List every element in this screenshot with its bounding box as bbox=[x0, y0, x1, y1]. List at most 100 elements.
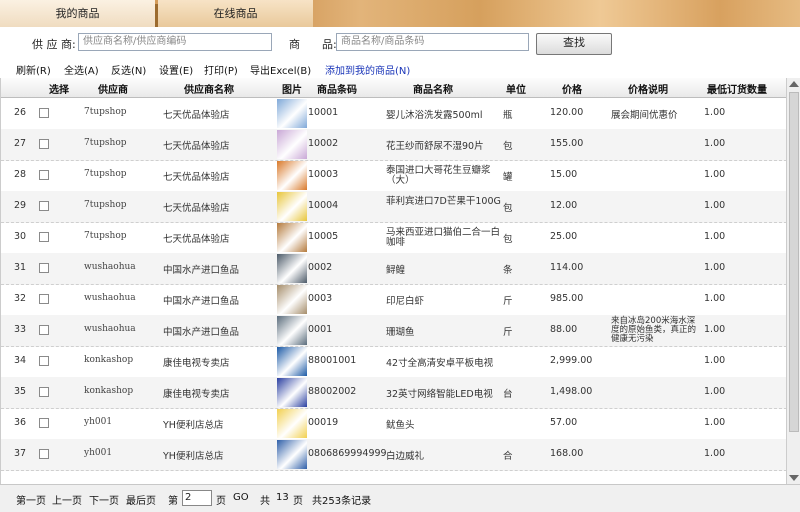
settings-button[interactable]: 设置(E) bbox=[159, 62, 193, 77]
product-thumbnail bbox=[277, 347, 307, 376]
min-qty: 1.00 bbox=[704, 138, 726, 149]
next-page-button[interactable]: 下一页 bbox=[89, 492, 119, 507]
table-row[interactable]: 30 7tupshop 七天优品体验店 10005 马来西亚进口猫伯二合一白咖啡包 25.… bbox=[1, 222, 787, 254]
price: 12.00 bbox=[550, 200, 578, 211]
table-row[interactable]: 35 konkashop 康佳电视专卖店 88002002 32英寸网络智能LED电视台… bbox=[1, 377, 787, 409]
row-checkbox[interactable] bbox=[39, 139, 49, 149]
row-checkbox[interactable] bbox=[39, 263, 49, 273]
prev-page-button[interactable]: 上一页 bbox=[52, 492, 82, 507]
product-thumbnail bbox=[277, 440, 307, 469]
add-to-my-products-link[interactable]: 添加到我的商品(N) bbox=[325, 62, 410, 77]
table-row[interactable]: 27 7tupshop 七天优品体验店 10002 花王纱而舒尿不湿90片 包 155.00… bbox=[1, 129, 787, 161]
product-thumbnail bbox=[277, 130, 307, 159]
select-all-button[interactable]: 全选(A) bbox=[64, 62, 99, 77]
price: 120.00 bbox=[550, 107, 584, 118]
table-row[interactable]: 34 konkashop 康佳电视专卖店 88001001 42寸全高清安卓平板电视 2,… bbox=[1, 346, 787, 378]
product-name: 泰国进口大哥花生豆瓣浆（大） bbox=[386, 165, 491, 186]
col-image[interactable]: 图片 bbox=[282, 81, 302, 96]
barcode: 10003 bbox=[308, 169, 339, 180]
page-suffix: 页 bbox=[216, 496, 226, 507]
supplier-name: 七天优品体验店 bbox=[163, 234, 230, 245]
col-select[interactable]: 选择 bbox=[49, 81, 69, 96]
supplier-search-input[interactable]: 供应商名称/供应商编码 bbox=[78, 33, 272, 51]
col-min-qty[interactable]: 最低订货数量 bbox=[707, 81, 767, 96]
export-excel-button[interactable]: 导出Excel(B) bbox=[250, 62, 311, 77]
col-unit[interactable]: 单位 bbox=[506, 81, 526, 96]
price-note: 展会期间优惠价 bbox=[611, 110, 678, 121]
grid-header: 选择 供应商 供应商名称 图片 商品条码 商品名称 单位 价格 价格说明 最低订… bbox=[1, 78, 787, 98]
table-row[interactable]: 28 7tupshop 七天优品体验店 10003 泰国进口大哥花生豆瓣浆（大） 罐 15.… bbox=[1, 160, 787, 192]
table-row[interactable]: 31 wushaohua 中国水产进口鱼品 0002 鲟鳇 条 114.00 1.00 bbox=[1, 253, 787, 285]
product-thumbnail bbox=[277, 254, 307, 283]
product-thumbnail bbox=[277, 378, 307, 407]
row-checkbox[interactable] bbox=[39, 449, 49, 459]
row-checkbox[interactable] bbox=[39, 294, 49, 304]
row-checkbox[interactable] bbox=[39, 325, 49, 335]
page-number-input[interactable]: 2 bbox=[182, 490, 212, 506]
search-button[interactable]: 查找 bbox=[536, 33, 612, 55]
tab-online-products[interactable]: 在线商品 bbox=[158, 0, 313, 27]
row-checkbox[interactable] bbox=[39, 232, 49, 242]
unit: 斤 bbox=[503, 296, 513, 307]
col-supplier-name[interactable]: 供应商名称 bbox=[184, 81, 234, 96]
product-search-input[interactable]: 商品名称/商品条码 bbox=[336, 33, 529, 51]
row-checkbox[interactable] bbox=[39, 201, 49, 211]
supplier-name: 七天优品体验店 bbox=[163, 110, 230, 121]
product-label: 商 品: bbox=[289, 38, 337, 51]
min-qty: 1.00 bbox=[704, 107, 726, 118]
row-checkbox[interactable] bbox=[39, 170, 49, 180]
vertical-scrollbar[interactable] bbox=[786, 78, 800, 484]
row-checkbox[interactable] bbox=[39, 418, 49, 428]
supplier-code: 7tupshop bbox=[84, 231, 127, 241]
col-price[interactable]: 价格 bbox=[562, 81, 582, 96]
barcode: 0001 bbox=[308, 324, 333, 335]
table-row[interactable]: 36 yh001 YH便利店总店 00019 鱿鱼头 57.00 1.00 bbox=[1, 408, 787, 440]
supplier-name: 七天优品体验店 bbox=[163, 203, 230, 214]
row-checkbox[interactable] bbox=[39, 356, 49, 366]
supplier-name: 中国水产进口鱼品 bbox=[163, 327, 240, 338]
scroll-down-icon[interactable] bbox=[789, 475, 799, 481]
product-thumbnail bbox=[277, 99, 307, 128]
price: 114.00 bbox=[550, 262, 584, 273]
table-row[interactable]: 32 wushaohua 中国水产进口鱼品 0003 印尼白虾 斤 985.00 1.00 bbox=[1, 284, 787, 316]
last-page-button[interactable]: 最后页 bbox=[126, 492, 156, 507]
unit: 包 bbox=[503, 141, 513, 152]
supplier-name: 中国水产进口鱼品 bbox=[163, 296, 240, 307]
table-row[interactable]: 26 7tupshop 七天优品体验店 10001 婴儿沐浴洗发露500ml 瓶 120.0… bbox=[1, 98, 787, 130]
min-qty: 1.00 bbox=[704, 448, 726, 459]
unit: 合 bbox=[503, 451, 513, 462]
col-barcode[interactable]: 商品条码 bbox=[317, 81, 357, 96]
table-row[interactable]: 29 7tupshop 七天优品体验店 10004 菲利宾进口7D芒果干100G 包 12.… bbox=[1, 191, 787, 223]
first-page-button[interactable]: 第一页 bbox=[16, 492, 46, 507]
refresh-button[interactable]: 刷新(R) bbox=[16, 62, 51, 77]
min-qty: 1.00 bbox=[704, 386, 726, 397]
scroll-thumb[interactable] bbox=[789, 92, 799, 432]
supplier-name: YH便利店总店 bbox=[163, 420, 224, 431]
supplier-name: 七天优品体验店 bbox=[163, 172, 230, 183]
tab-my-products[interactable]: 我的商品 bbox=[0, 0, 155, 27]
print-button[interactable]: 打印(P) bbox=[204, 62, 238, 77]
min-qty: 1.00 bbox=[704, 324, 726, 335]
price: 985.00 bbox=[550, 293, 584, 304]
row-checkbox[interactable] bbox=[39, 108, 49, 118]
product-name: 婴儿沐浴洗发露500ml bbox=[386, 110, 483, 121]
row-number: 37 bbox=[14, 448, 27, 459]
go-button[interactable]: GO bbox=[233, 492, 249, 503]
col-price-note[interactable]: 价格说明 bbox=[628, 81, 668, 96]
col-supplier[interactable]: 供应商 bbox=[98, 81, 128, 96]
table-row[interactable]: 37 yh001 YH便利店总店 0806869994999 白边威礼 合 168.00 1.… bbox=[1, 439, 787, 471]
row-number: 34 bbox=[14, 355, 27, 366]
invert-selection-button[interactable]: 反选(N) bbox=[111, 62, 146, 77]
row-number: 36 bbox=[14, 417, 27, 428]
row-number: 27 bbox=[14, 138, 27, 149]
scroll-up-icon[interactable] bbox=[789, 81, 799, 87]
supplier-code: wushaohua bbox=[84, 262, 136, 272]
product-thumbnail bbox=[277, 223, 307, 252]
col-product-name[interactable]: 商品名称 bbox=[413, 81, 453, 96]
table-row[interactable]: 33 wushaohua 中国水产进口鱼品 0001 珊瑚鱼 斤 88.00 来自冰岛200米… bbox=[1, 315, 787, 347]
supplier-name: 康佳电视专卖店 bbox=[163, 358, 230, 369]
price: 168.00 bbox=[550, 448, 584, 459]
price: 1,498.00 bbox=[550, 386, 593, 397]
row-checkbox[interactable] bbox=[39, 387, 49, 397]
supplier-code: 7tupshop bbox=[84, 200, 127, 210]
